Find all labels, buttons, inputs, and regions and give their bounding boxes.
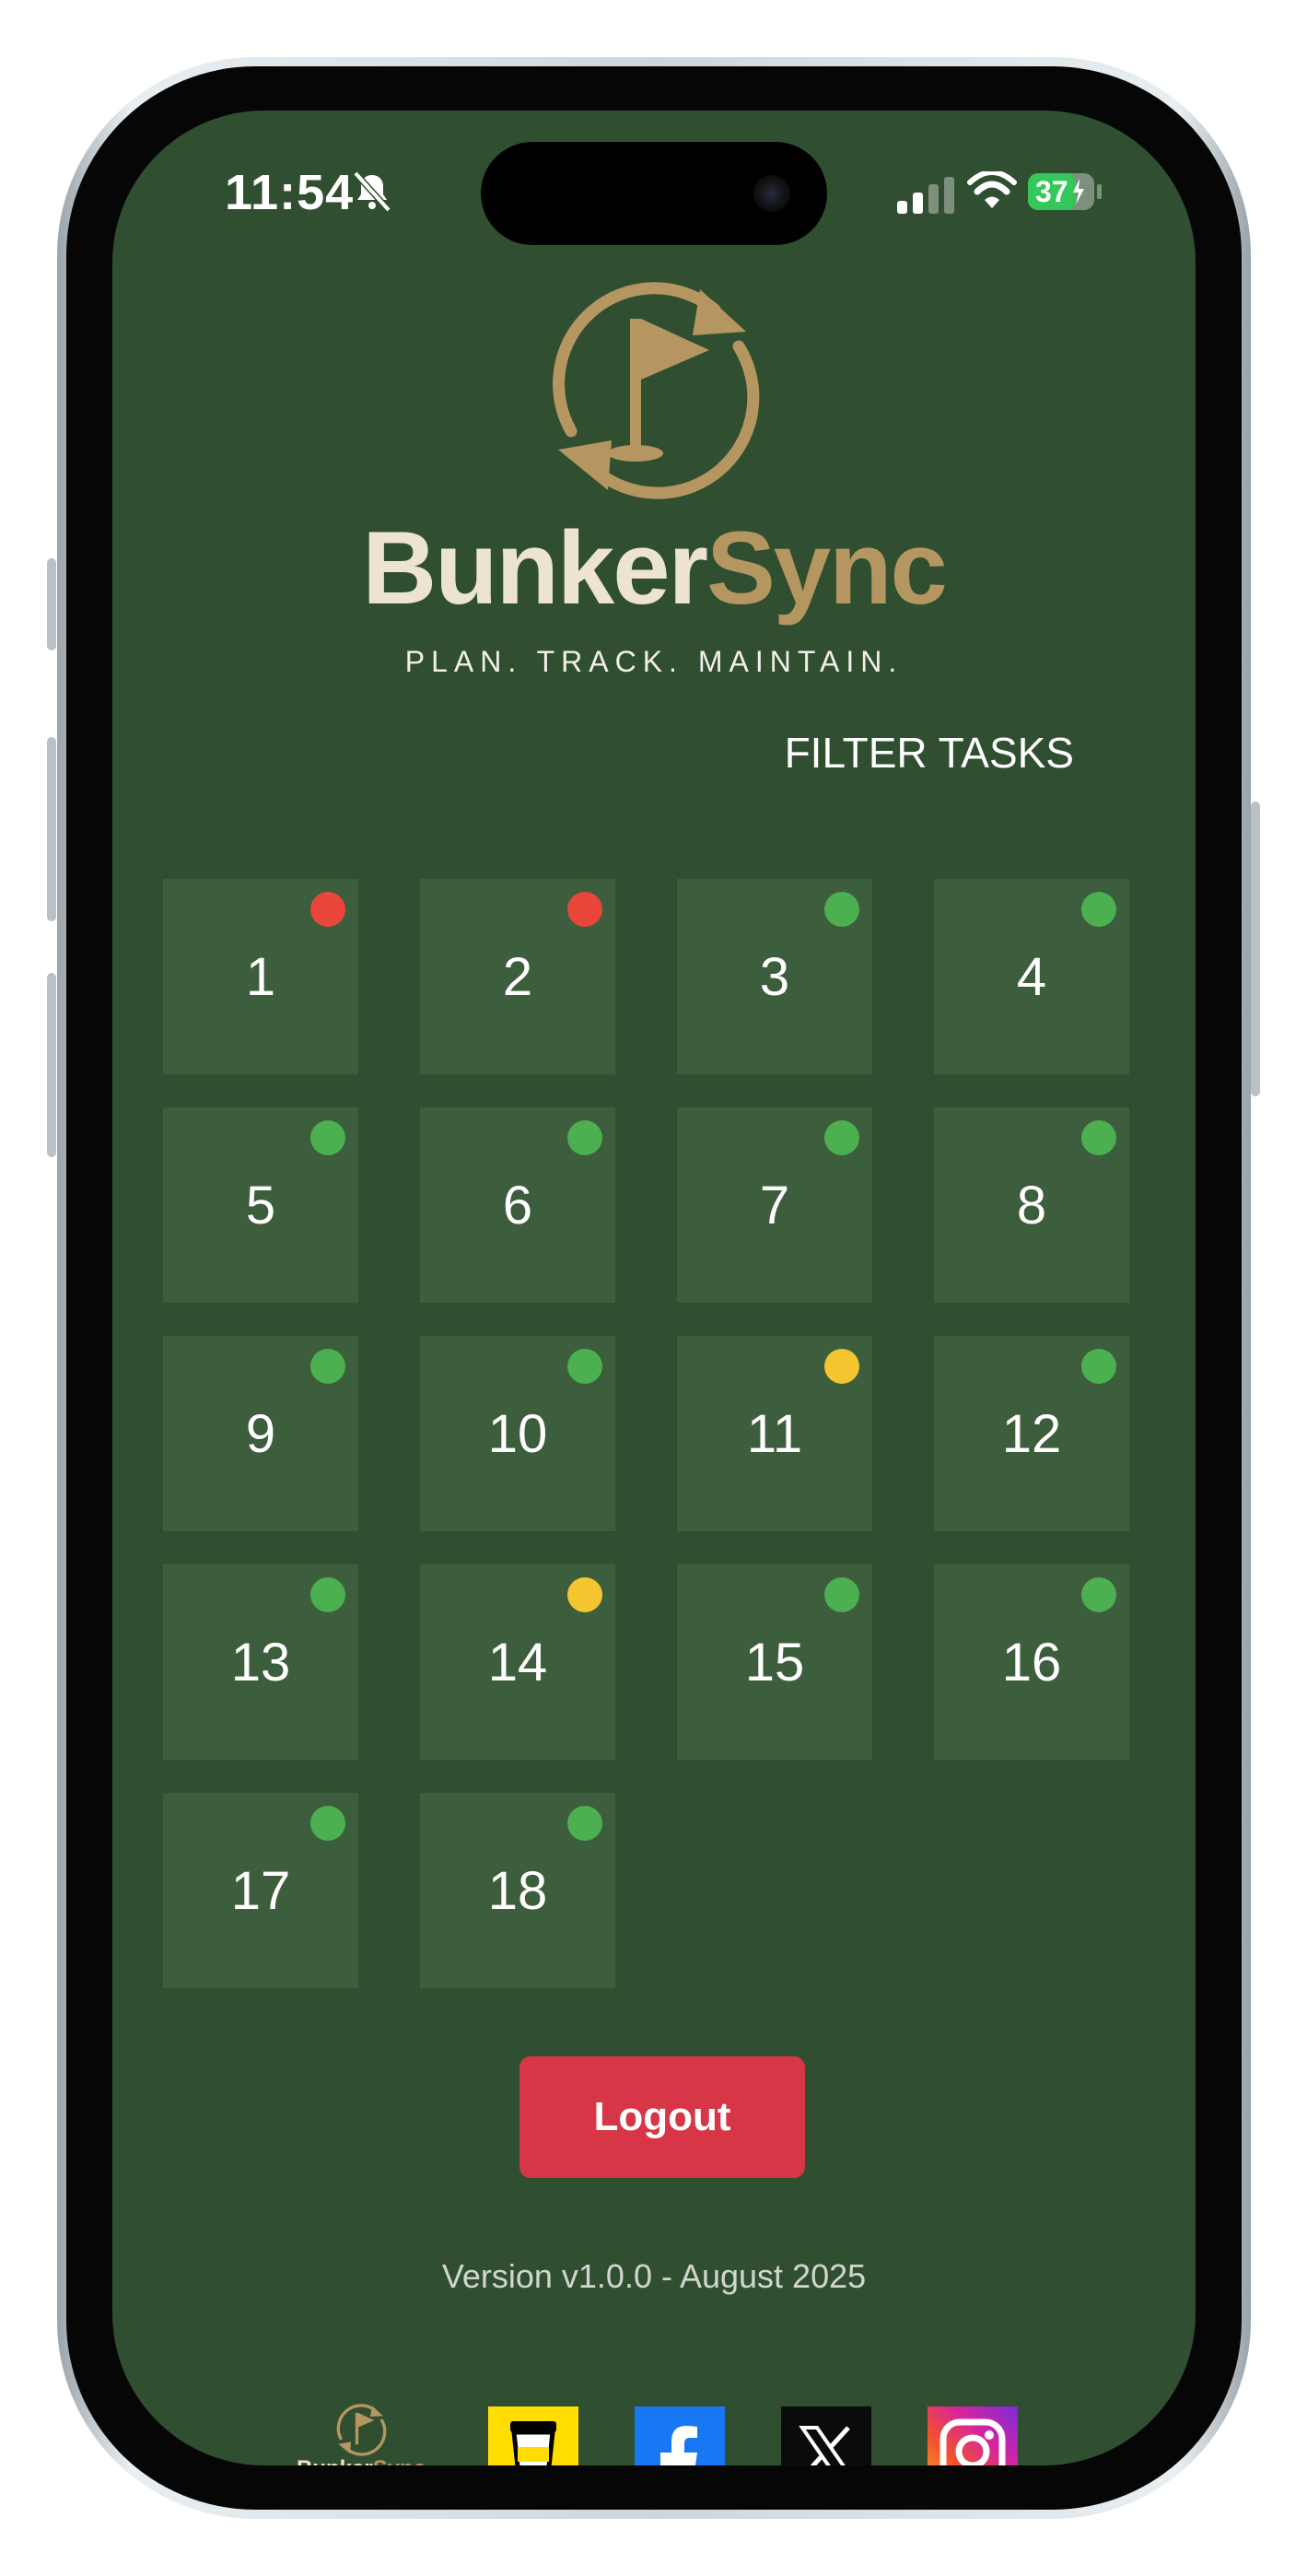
brand-tagline: PLAN. TRACK. MAINTAIN. bbox=[404, 645, 904, 678]
hole-tile-2[interactable]: 2 bbox=[420, 879, 615, 1074]
wifi-icon bbox=[967, 171, 1017, 208]
hole-tile-17[interactable]: 17 bbox=[163, 1793, 358, 1988]
x-icon bbox=[799, 2426, 850, 2465]
dynamic-island bbox=[481, 142, 827, 245]
hole-tile-12[interactable]: 12 bbox=[934, 1336, 1129, 1531]
hole-tile-16[interactable]: 16 bbox=[934, 1564, 1129, 1760]
hole-tile-5[interactable]: 5 bbox=[163, 1107, 358, 1303]
status-dot bbox=[310, 1120, 345, 1155]
power-button bbox=[1251, 802, 1260, 1096]
status-dot bbox=[567, 892, 602, 927]
cellular-signal-icon bbox=[897, 177, 954, 214]
hole-number: 8 bbox=[1016, 1175, 1047, 1235]
brand-name-part1: Bunker bbox=[362, 510, 708, 626]
status-dot bbox=[310, 1806, 345, 1841]
hole-number: 17 bbox=[230, 1860, 291, 1921]
hole-tile-11[interactable]: 11 bbox=[677, 1336, 872, 1531]
hole-number: 12 bbox=[1001, 1403, 1062, 1464]
footer-brand-name: BunkerSync bbox=[297, 2456, 426, 2465]
hole-tile-15[interactable]: 15 bbox=[677, 1564, 872, 1760]
status-dot bbox=[567, 1806, 602, 1841]
hole-tile-6[interactable]: 6 bbox=[420, 1107, 615, 1303]
hole-tile-18[interactable]: 18 bbox=[420, 1793, 615, 1988]
camera-icon bbox=[753, 175, 790, 212]
version-text: Version v1.0.0 - August 2025 bbox=[441, 2257, 867, 2295]
hole-tile-10[interactable]: 10 bbox=[420, 1336, 615, 1531]
footer-bunkersync-logo[interactable]: BunkerSync PLAN. TRACK. MAINTAIN. bbox=[297, 2401, 426, 2465]
buy-me-a-coffee-icon bbox=[510, 2421, 556, 2465]
status-dot bbox=[567, 1577, 602, 1612]
hole-number: 6 bbox=[502, 1175, 533, 1235]
status-dot bbox=[824, 1349, 859, 1384]
hole-number: 5 bbox=[245, 1175, 276, 1235]
hole-tile-4[interactable]: 4 bbox=[934, 879, 1129, 1074]
hole-tile-3[interactable]: 3 bbox=[677, 879, 872, 1074]
logout-button[interactable]: Logout bbox=[519, 2056, 805, 2178]
hole-number: 11 bbox=[746, 1403, 803, 1464]
status-dot bbox=[310, 1577, 345, 1612]
hole-number: 9 bbox=[245, 1403, 276, 1464]
battery-indicator: 37 bbox=[1028, 171, 1103, 212]
hole-number: 4 bbox=[1016, 946, 1047, 1007]
hole-tile-8[interactable]: 8 bbox=[934, 1107, 1129, 1303]
status-dot bbox=[1081, 1577, 1116, 1612]
hole-number: 13 bbox=[230, 1632, 291, 1692]
hole-tile-1[interactable]: 1 bbox=[163, 879, 358, 1074]
status-dot bbox=[1081, 1120, 1116, 1155]
hole-number: 10 bbox=[487, 1403, 548, 1464]
status-dot bbox=[567, 1349, 602, 1384]
volume-down-button bbox=[47, 973, 56, 1157]
app-screen: 11:54 37 BunkerSync PLAN. TRACK. MAINTAI… bbox=[112, 111, 1196, 2465]
brand-wordmark: BunkerSync bbox=[112, 509, 1196, 627]
footer-logo-icon bbox=[336, 2404, 387, 2456]
status-time: 11:54 bbox=[225, 165, 355, 220]
facebook-link[interactable] bbox=[635, 2406, 725, 2465]
status-dot bbox=[1081, 1349, 1116, 1384]
status-dot bbox=[824, 1120, 859, 1155]
volume-up-button bbox=[47, 737, 56, 921]
hole-number: 18 bbox=[487, 1860, 548, 1921]
hole-number: 15 bbox=[744, 1632, 805, 1692]
status-dot bbox=[310, 892, 345, 927]
instagram-link[interactable] bbox=[928, 2406, 1018, 2465]
hole-tile-7[interactable]: 7 bbox=[677, 1107, 872, 1303]
bell-slash-icon bbox=[353, 170, 391, 213]
hole-tile-9[interactable]: 9 bbox=[163, 1336, 358, 1531]
action-button bbox=[47, 558, 56, 650]
battery-percent: 37 bbox=[1035, 175, 1068, 208]
buy-me-a-coffee-link[interactable] bbox=[488, 2406, 578, 2465]
facebook-icon bbox=[660, 2426, 697, 2465]
hole-number: 3 bbox=[759, 946, 790, 1007]
hole-number: 16 bbox=[1001, 1632, 1062, 1692]
status-dot bbox=[824, 1577, 859, 1612]
status-dot bbox=[1081, 892, 1116, 927]
status-dot bbox=[567, 1120, 602, 1155]
status-dot bbox=[310, 1349, 345, 1384]
hole-grid: 1 2 3 4 5 6 7 8 9 10 11 12 13 14 15 16 17 18 bbox=[163, 879, 1129, 1988]
footer-brand-part2: Sync bbox=[373, 2456, 426, 2465]
filter-tasks-button[interactable]: FILTER TASKS bbox=[785, 728, 1074, 778]
footer-brand-part1: Bunker bbox=[297, 2456, 373, 2465]
x-link[interactable] bbox=[781, 2406, 871, 2465]
hole-number: 2 bbox=[502, 946, 533, 1007]
brand-name-part2: Sync bbox=[706, 510, 948, 626]
bunkersync-logo-icon bbox=[553, 282, 760, 499]
hole-tile-14[interactable]: 14 bbox=[420, 1564, 615, 1760]
hole-number: 7 bbox=[759, 1175, 790, 1235]
instagram-icon bbox=[939, 2418, 1006, 2465]
hole-tile-13[interactable]: 13 bbox=[163, 1564, 358, 1760]
status-dot bbox=[824, 892, 859, 927]
hole-number: 14 bbox=[487, 1632, 548, 1692]
hole-number: 1 bbox=[245, 946, 276, 1007]
